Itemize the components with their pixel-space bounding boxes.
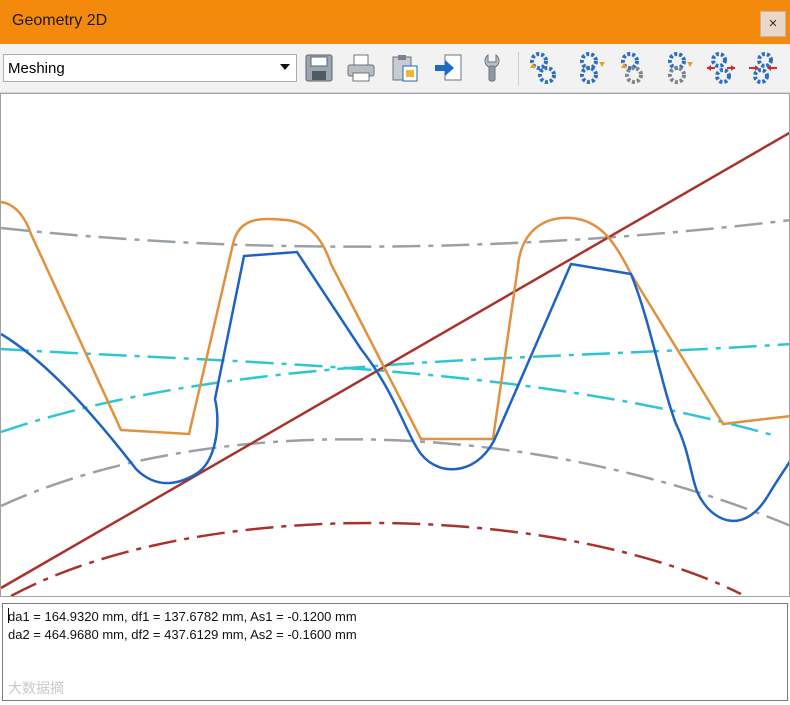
base-circle — [10, 521, 742, 596]
toolbar-separator — [518, 52, 519, 86]
settings-wrench-icon[interactable] — [476, 52, 508, 84]
window-title: Geometry 2D — [12, 12, 108, 29]
results-panel[interactable]: da1 = 164.9320 mm, df1 = 137.6782 mm, As… — [2, 603, 788, 701]
gears-contract-icon[interactable] — [747, 52, 779, 84]
gears-spread-icon[interactable] — [705, 52, 737, 84]
gears-down-blue-icon[interactable] — [575, 52, 607, 84]
print-icon[interactable] — [345, 52, 377, 84]
chevron-down-icon — [280, 64, 290, 70]
gears-up-blue-icon[interactable] — [527, 52, 559, 84]
title-bar — [0, 0, 790, 44]
geometry-canvas[interactable] — [0, 93, 790, 597]
tip-circle-upper — [1, 218, 789, 248]
close-button[interactable]: × — [760, 11, 786, 37]
save-icon[interactable] — [303, 52, 335, 84]
meshing-drawing — [1, 131, 789, 596]
results-line-2: da2 = 464.9680 mm, df2 = 437.6129 mm, As… — [8, 627, 357, 642]
export-icon[interactable] — [432, 52, 464, 84]
gears-down-gray-icon[interactable] — [663, 52, 695, 84]
view-select[interactable]: Meshing — [3, 54, 297, 82]
gears-up-gray-icon[interactable] — [618, 52, 650, 84]
results-line-1: da1 = 164.9320 mm, df1 = 137.6782 mm, As… — [8, 609, 357, 624]
line-of-action — [1, 131, 789, 590]
view-select-value: Meshing — [8, 60, 65, 77]
watermark: 大数据摘 — [8, 681, 64, 697]
clipboard-icon[interactable] — [388, 52, 420, 84]
root-circle-lower — [1, 438, 789, 527]
